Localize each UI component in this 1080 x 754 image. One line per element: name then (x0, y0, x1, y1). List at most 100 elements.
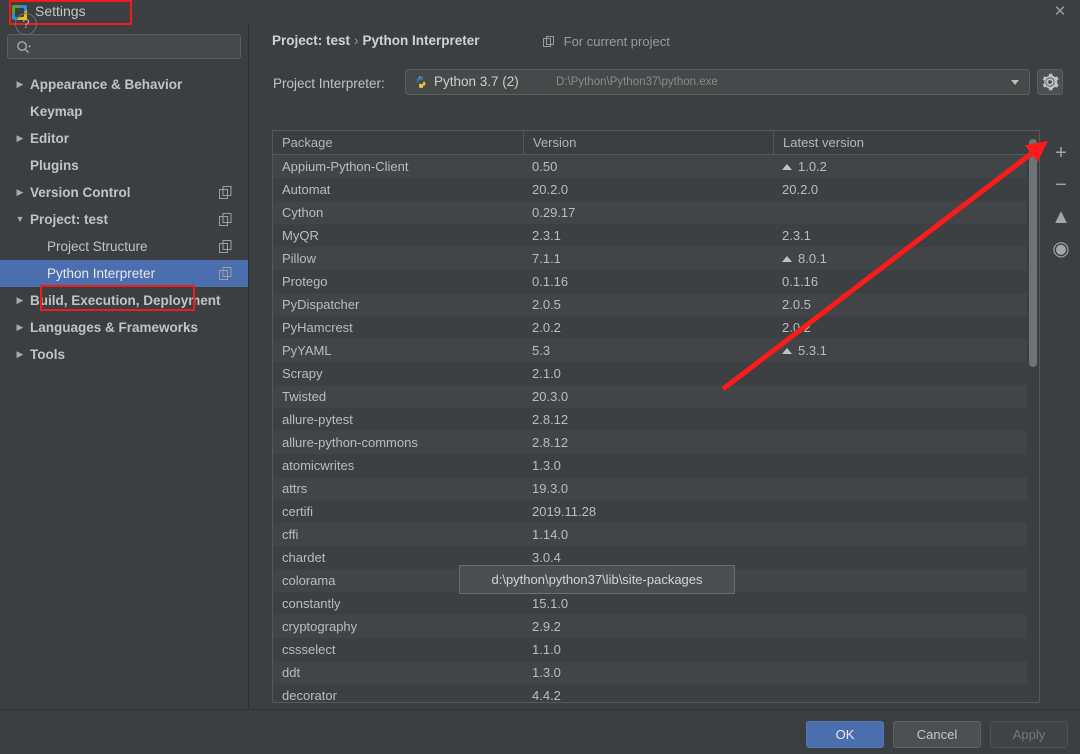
table-row[interactable]: decorator 4.4.2 (273, 684, 1039, 703)
table-row[interactable]: cffi 1.14.0 (273, 523, 1039, 546)
table-row[interactable]: Pillow 7.1.1 8.0.1 (273, 247, 1039, 270)
sidebar-item-python-interpreter[interactable]: Python Interpreter (0, 260, 248, 287)
chevron-right-icon[interactable]: ▶ (14, 71, 26, 98)
column-header-version[interactable]: Version (523, 131, 773, 154)
table-row[interactable]: Cython 0.29.17 (273, 201, 1039, 224)
table-row[interactable]: allure-pytest 2.8.12 (273, 408, 1039, 431)
breadcrumb-separator: › (354, 33, 359, 48)
sidebar-item-label: Tools (30, 347, 65, 362)
table-row[interactable]: Appium-Python-Client 0.50 1.0.2 (273, 155, 1039, 178)
sidebar-item-languages-frameworks[interactable]: ▶ Languages & Frameworks (0, 314, 248, 341)
table-row[interactable]: PyYAML 5.3 5.3.1 (273, 339, 1039, 362)
project-scope-icon (543, 36, 554, 47)
cell-package: decorator (282, 688, 337, 703)
cell-latest-version: 2.0.5 (782, 297, 811, 312)
close-icon[interactable]: ✕ (1050, 2, 1070, 22)
sidebar-item-project-test[interactable]: ▼ Project: test (0, 206, 248, 233)
sidebar-item-editor[interactable]: ▶ Editor (0, 125, 248, 152)
gear-icon (1042, 73, 1059, 91)
table-row[interactable]: MyQR 2.3.1 2.3.1 (273, 224, 1039, 247)
plus-icon: + (1055, 142, 1067, 164)
cell-version: 2019.11.28 (532, 504, 597, 519)
cell-package: cffi (282, 527, 299, 542)
column-header-package[interactable]: Package (273, 131, 523, 154)
settings-sidebar: ▶ Appearance & Behavior Keymap ▶ Editor Plugi… (0, 25, 249, 709)
ok-button[interactable]: OK (806, 721, 884, 748)
chevron-right-icon[interactable]: ▶ (14, 341, 26, 368)
search-box[interactable] (7, 34, 241, 60)
apply-button[interactable]: Apply (990, 721, 1068, 748)
table-row[interactable]: ddt 1.3.0 (273, 661, 1039, 684)
table-row[interactable]: allure-python-commons 2.8.12 (273, 431, 1039, 454)
interpreter-path: D:\Python\Python37\python.exe (556, 76, 718, 88)
chevron-right-icon[interactable]: ▶ (14, 287, 26, 314)
table-row[interactable]: PyDispatcher 2.0.5 2.0.5 (273, 293, 1039, 316)
cell-version: 7.1.1 (532, 251, 561, 266)
python-logo-icon (416, 76, 426, 88)
cell-version: 4.4.2 (532, 688, 561, 703)
upgrade-package-button[interactable]: ▲ (1045, 202, 1077, 232)
table-row[interactable]: cssselect 1.1.0 (273, 638, 1039, 661)
table-row[interactable]: Automat 20.2.0 20.2.0 (273, 178, 1039, 201)
sidebar-item-version-control[interactable]: ▶ Version Control (0, 179, 248, 206)
sidebar-item-label: Languages & Frameworks (30, 320, 199, 335)
sidebar-item-tools[interactable]: ▶ Tools (0, 341, 248, 368)
cell-package: attrs (282, 481, 308, 496)
chevron-down-icon[interactable]: ▼ (14, 206, 26, 233)
interpreter-settings-gear-button[interactable] (1037, 69, 1063, 95)
minus-icon: − (1055, 174, 1067, 196)
cell-version: 0.50 (532, 159, 558, 174)
triangle-up-icon: ▲ (1051, 206, 1071, 228)
table-row[interactable]: certifi 2019.11.28 (273, 500, 1039, 523)
cell-latest-version (773, 638, 1023, 661)
cell-version: 0.29.17 (532, 205, 576, 220)
cell-version: 1.3.0 (532, 665, 561, 680)
cell-package: PyDispatcher (282, 297, 360, 312)
cell-version: 15.1.0 (532, 596, 569, 611)
table-row[interactable]: Protego 0.1.16 0.1.16 (273, 270, 1039, 293)
table-row[interactable]: Scrapy 2.1.0 (273, 362, 1039, 385)
table-row[interactable]: cryptography 2.9.2 (273, 615, 1039, 638)
cell-latest-version: 20.2.0 (782, 182, 819, 197)
sidebar-item-plugins[interactable]: Plugins (0, 152, 248, 179)
cell-package: allure-python-commons (282, 435, 418, 450)
show-paths-button[interactable]: ◉ (1045, 234, 1077, 264)
column-header-latest-version[interactable]: Latest version (773, 131, 1023, 154)
table-scrollbar-track[interactable] (1027, 131, 1039, 702)
cell-latest-version (773, 569, 1023, 592)
site-packages-path-tooltip: d:\python\python37\lib\site-packages (459, 565, 735, 594)
breadcrumb-root[interactable]: Project: test (272, 33, 350, 48)
cancel-button[interactable]: Cancel (893, 721, 981, 748)
cell-latest-version (773, 500, 1023, 523)
cell-package: ddt (282, 665, 301, 680)
sidebar-item-label: Appearance & Behavior (30, 77, 183, 92)
sidebar-item-label: Build, Execution, Deployment (30, 293, 221, 308)
chevron-right-icon[interactable]: ▶ (14, 125, 26, 152)
table-row[interactable]: atomicwrites 1.3.0 (273, 454, 1039, 477)
help-button[interactable]: ? (15, 13, 37, 35)
remove-package-button[interactable]: − (1045, 170, 1077, 200)
cell-package: Automat (282, 182, 331, 197)
interpreter-select[interactable]: Python 3.7 (2) D:\Python\Python37\python… (405, 69, 1030, 95)
table-scrollbar-thumb[interactable] (1029, 139, 1037, 367)
cell-latest-version (773, 431, 1023, 454)
sidebar-item-appearance-behavior[interactable]: ▶ Appearance & Behavior (0, 71, 248, 98)
table-header-row: Package Version Latest version (273, 131, 1039, 155)
settings-tree: ▶ Appearance & Behavior Keymap ▶ Editor Plugi… (0, 71, 248, 368)
table-row[interactable]: PyHamcrest 2.0.2 2.0.2 (273, 316, 1039, 339)
search-input[interactable] (38, 35, 236, 60)
sidebar-item-project-structure[interactable]: Project Structure (0, 233, 248, 260)
sidebar-item-label: Project: test (30, 212, 109, 227)
table-row[interactable]: Twisted 20.3.0 (273, 385, 1039, 408)
sidebar-item-keymap[interactable]: Keymap (0, 98, 248, 125)
table-row[interactable]: attrs 19.3.0 (273, 477, 1039, 500)
chevron-right-icon[interactable]: ▶ (14, 179, 26, 206)
chevron-right-icon[interactable]: ▶ (14, 314, 26, 341)
cell-version: 0.1.16 (532, 274, 569, 289)
table-body: Appium-Python-Client 0.50 1.0.2 Automat 20.2… (273, 155, 1039, 703)
chevron-down-icon[interactable] (1011, 80, 1019, 85)
table-row[interactable]: constantly 15.1.0 (273, 592, 1039, 615)
cell-version: 1.1.0 (532, 642, 561, 657)
sidebar-item-build-execution-deployment[interactable]: ▶ Build, Execution, Deployment (0, 287, 248, 314)
add-package-button[interactable]: + (1045, 138, 1077, 168)
